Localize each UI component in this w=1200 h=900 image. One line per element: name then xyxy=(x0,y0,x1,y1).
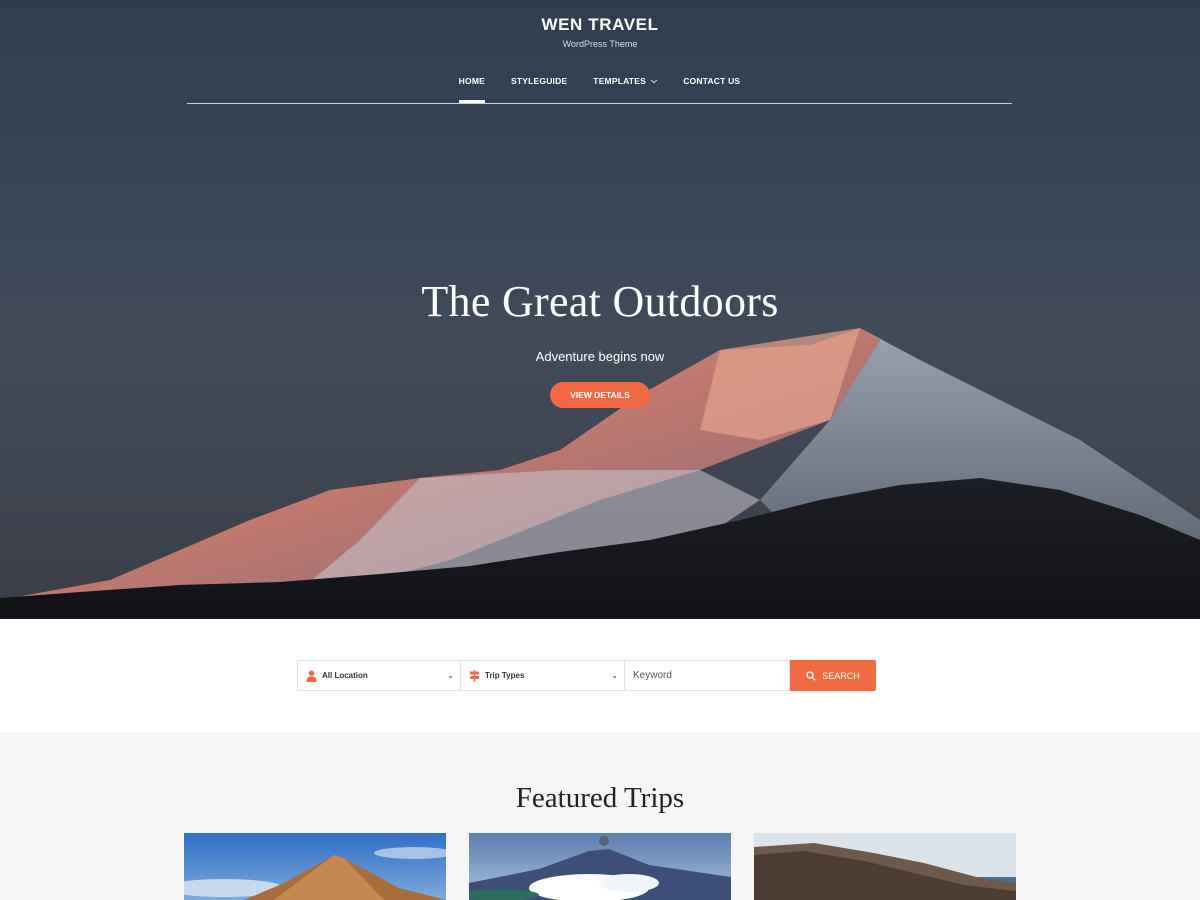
nav-item-label: CONTACT US xyxy=(683,76,741,86)
trip-image-volcano xyxy=(469,833,731,900)
site-tagline: WordPress Theme xyxy=(562,39,638,49)
trip-search-section: All Location ⌄ Trip Types ⌄ SEARCH xyxy=(0,619,1200,732)
signpost-icon xyxy=(469,669,480,682)
hero-content: The Great Outdoors Adventure begins now … xyxy=(0,276,1200,408)
nav-item-home[interactable]: HOME xyxy=(446,70,498,103)
chevron-down-icon: ⌄ xyxy=(611,671,618,680)
location-select-value: All Location xyxy=(322,671,368,680)
trip-card-image[interactable] xyxy=(184,833,446,900)
site-header: WEN TRAVEL WordPress Theme xyxy=(0,0,1200,49)
search-button[interactable]: SEARCH xyxy=(790,660,876,691)
hero-banner: WEN TRAVEL WordPress Theme HOME STYLEGUI… xyxy=(0,0,1200,619)
trip-card-image[interactable] xyxy=(754,833,1016,900)
nav-item-templates[interactable]: TEMPLATES ⌵ xyxy=(580,70,670,103)
keyword-field[interactable] xyxy=(625,660,790,691)
hero-title: The Great Outdoors xyxy=(421,277,779,326)
trip-card-image[interactable] xyxy=(469,833,731,900)
chevron-down-icon: ⌵ xyxy=(650,76,658,85)
chevron-down-icon: ⌄ xyxy=(447,671,454,680)
nav-item-label: HOME xyxy=(458,76,485,86)
search-icon xyxy=(806,670,816,681)
trip-image-coast xyxy=(754,833,1016,900)
location-select[interactable]: All Location ⌄ xyxy=(297,660,461,691)
nav-item-contact-us[interactable]: CONTACT US xyxy=(670,70,753,103)
person-pin-icon xyxy=(306,670,317,682)
nav-item-styleguide[interactable]: STYLEGUIDE xyxy=(498,70,580,103)
site-title[interactable]: WEN TRAVEL xyxy=(0,15,1200,35)
nav-item-label: STYLEGUIDE xyxy=(510,76,568,86)
hero-subtitle: Adventure begins now xyxy=(535,349,665,364)
trip-type-select[interactable]: Trip Types ⌄ xyxy=(461,660,625,691)
trip-search-form: All Location ⌄ Trip Types ⌄ SEARCH xyxy=(297,660,876,691)
main-navigation: HOME STYLEGUIDE TEMPLATES ⌵ CONTACT US xyxy=(187,70,1012,104)
section-title: Featured Trips xyxy=(515,782,685,814)
search-button-label: SEARCH xyxy=(822,670,860,681)
trip-image-hut xyxy=(184,833,446,900)
keyword-input[interactable] xyxy=(633,670,783,681)
trip-type-select-value: Trip Types xyxy=(485,671,525,680)
featured-trips-section: Featured Trips xyxy=(0,732,1200,900)
view-details-button[interactable]: VIEW DETAILS xyxy=(550,382,650,408)
nav-item-label: TEMPLATES xyxy=(593,76,646,86)
